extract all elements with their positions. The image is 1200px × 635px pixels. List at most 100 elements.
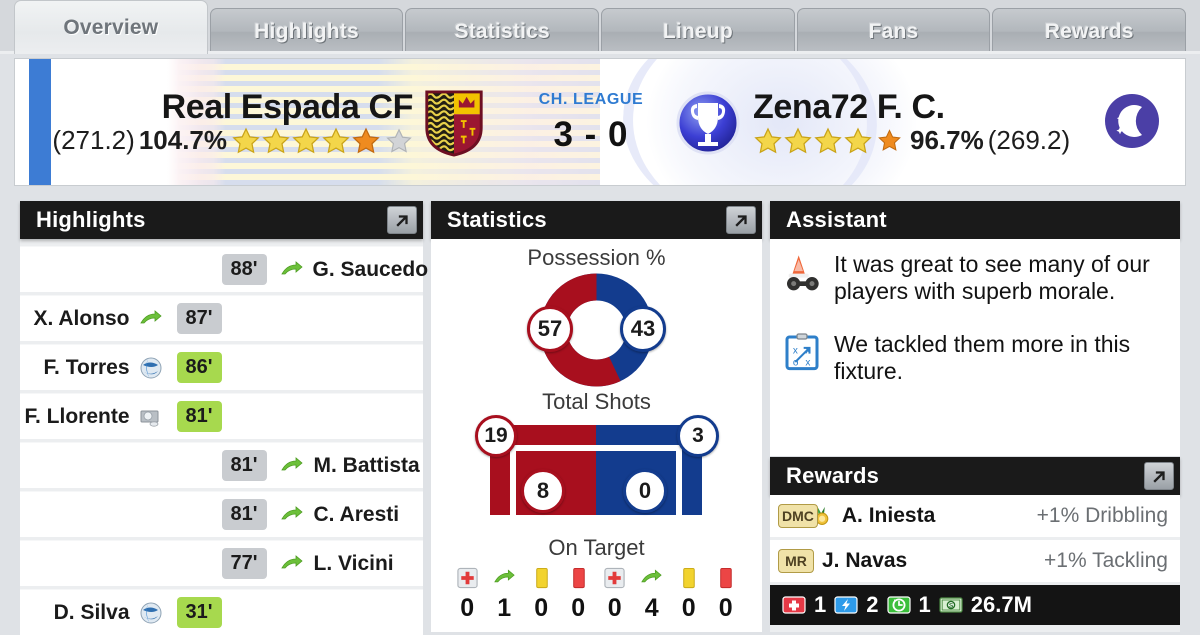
highlight-minute: 88' xyxy=(221,254,267,285)
possession-away-value: 43 xyxy=(620,306,666,352)
tab-label: Lineup xyxy=(662,19,733,43)
highlights-panel-header: Highlights xyxy=(20,201,423,239)
assistant-panel: Assistant It was great to see many of ou… xyxy=(770,201,1180,456)
svg-text:x: x xyxy=(793,345,798,356)
health-pack-icon xyxy=(780,593,808,617)
highlight-player-name: D. Silva xyxy=(53,600,130,624)
reward-bonus: +1% Dribbling xyxy=(1036,504,1168,527)
svg-text:S: S xyxy=(949,603,954,610)
substitution-icon xyxy=(279,454,306,478)
highlight-row[interactable]: F. Torres 86' xyxy=(20,344,423,390)
statistics-values-home: 0100 xyxy=(456,594,590,623)
highlight-row[interactable]: X. Alonso 87' xyxy=(20,295,423,341)
reward-player-name: J. Navas xyxy=(822,549,908,572)
tab-overview[interactable]: Overview xyxy=(14,0,208,54)
expand-arrow-icon[interactable] xyxy=(387,206,417,234)
reward-row[interactable]: MR J. Navas +1% Tackling xyxy=(770,540,1180,582)
highlight-row[interactable]: 88' G. Saucedo xyxy=(20,246,428,292)
highlight-home-cell: F. Llorente 81' xyxy=(20,401,222,432)
tab-lineup[interactable]: Lineup xyxy=(601,8,795,54)
resource-value: 1 xyxy=(918,592,931,617)
tab-rewards[interactable]: Rewards xyxy=(992,8,1187,54)
highlight-row[interactable]: 81' M. Battista xyxy=(20,442,423,488)
rewards-list: DMC A. Iniesta +1% Dribbling MR J. Navas +1% … xyxy=(770,495,1180,582)
away-team-rating: 96.7% (269.2) xyxy=(753,125,1070,156)
assistant-title: Assistant xyxy=(786,207,887,232)
highlight-row[interactable]: 81' C. Aresti xyxy=(20,491,423,537)
on-target-home-value: 8 xyxy=(521,469,565,513)
full-star-icon xyxy=(814,127,842,154)
stat-value-home: 0 xyxy=(571,594,586,622)
stat-value-home: 0 xyxy=(460,594,475,622)
moon-night-icon[interactable] xyxy=(1101,90,1163,152)
tab-label: Statistics xyxy=(454,19,550,43)
tab-statistics[interactable]: Statistics xyxy=(405,8,600,54)
resource-item[interactable]: 1 xyxy=(885,592,931,618)
home-team-rating: (271.2) 104.7% xyxy=(52,125,413,156)
reward-player: DMC A. Iniesta xyxy=(778,504,935,528)
highlight-player-name: C. Aresti xyxy=(313,502,400,526)
total-shots-away-value: 3 xyxy=(677,415,719,457)
substitution-icon xyxy=(138,307,165,331)
reward-row[interactable]: DMC A. Iniesta +1% Dribbling xyxy=(770,495,1180,537)
expand-arrow-icon[interactable] xyxy=(726,206,756,234)
goal-ball-icon xyxy=(138,601,165,625)
statistics-body: Possession % 57 43 Total Shots 19 3 8 0 … xyxy=(431,239,762,632)
possession-donut-chart: 57 43 xyxy=(431,273,762,389)
injury-icon xyxy=(456,565,479,592)
resource-item[interactable]: S 26.7M xyxy=(937,592,1032,618)
rewards-panel: Rewards DMC A. Iniesta +1% Dribbling MR J. N… xyxy=(770,457,1180,632)
statistics-values-away: 0400 xyxy=(603,594,737,623)
tab-fans[interactable]: Fans xyxy=(796,8,991,54)
away-team-name: Zena72 F. C. xyxy=(753,87,945,126)
assistant-notes: It was great to see many of our players … xyxy=(770,239,1180,456)
highlight-player-name: L. Vicini xyxy=(313,551,394,575)
substitution-icon xyxy=(279,503,306,527)
away-team-block[interactable]: Zena72 F. C. 96.7% (269.2) xyxy=(675,59,1155,185)
highlight-away-cell: 81' M. Battista xyxy=(221,450,424,481)
reward-bonus: +1% Tackling xyxy=(1044,549,1168,572)
resource-value: 26.7M xyxy=(970,592,1032,617)
total-shots-title: Total Shots xyxy=(542,389,651,414)
home-team-stars xyxy=(231,126,413,156)
resource-value: 2 xyxy=(866,592,879,617)
stat-value-away: 0 xyxy=(681,594,696,622)
on-target-title: On Target xyxy=(548,535,645,560)
resource-bar: 1 2 1 S 26.7M xyxy=(770,585,1180,625)
highlight-row[interactable]: D. Silva 31' xyxy=(20,589,423,635)
highlight-player-name: G. Saucedo xyxy=(312,257,429,281)
assist-goal-icon xyxy=(138,405,165,429)
assistant-note-text: We tackled them more in this fixture. xyxy=(834,330,1131,384)
injury-icon xyxy=(603,565,626,592)
position-badge: DMC xyxy=(778,504,818,528)
half-star-icon xyxy=(352,127,380,154)
resource-item[interactable]: 2 xyxy=(832,592,879,618)
away-team-percent: 96.7% xyxy=(910,125,984,156)
assistant-note: x x o x We tackled them more in this fixture… xyxy=(782,331,1166,385)
trophy-badge-icon xyxy=(676,91,740,155)
resource-item[interactable]: 1 xyxy=(780,592,826,618)
tab-label: Overview xyxy=(63,15,159,39)
away-team-info: Zena72 F. C. 96.7% (269.2) xyxy=(741,87,1070,157)
yellow-card-icon xyxy=(530,565,553,592)
rewards-title: Rewards xyxy=(786,463,880,488)
substitution-icon xyxy=(640,565,663,592)
highlight-away-cell: 77' L. Vicini xyxy=(221,548,424,579)
highlight-player-name: F. Llorente xyxy=(24,404,130,428)
highlight-row[interactable]: 77' L. Vicini xyxy=(20,540,423,586)
goal-ball-icon xyxy=(138,356,165,380)
statistics-number-row: 0100 0400 xyxy=(431,592,762,623)
highlight-row[interactable]: F. Llorente 81' xyxy=(20,393,423,439)
highlights-panel: Highlights 88' G. Saucedo X. Alonso 87' F. T… xyxy=(20,201,428,635)
assistant-note: It was great to see many of our players … xyxy=(782,251,1166,305)
stat-value-away: 0 xyxy=(718,594,733,622)
full-star-icon xyxy=(754,127,782,154)
highlight-minute: 81' xyxy=(221,450,267,481)
expand-arrow-icon[interactable] xyxy=(1144,462,1174,490)
stat-value-home: 1 xyxy=(497,594,512,622)
tab-bar: Overview Highlights Statistics Lineup Fa… xyxy=(0,0,1200,54)
total-shots-home-value: 19 xyxy=(475,415,517,457)
home-team-block[interactable]: Real Espada CF (271.2) 104.7% xyxy=(15,59,485,185)
possession-chart-title: Possession % xyxy=(527,245,666,270)
tab-highlights[interactable]: Highlights xyxy=(209,8,404,54)
